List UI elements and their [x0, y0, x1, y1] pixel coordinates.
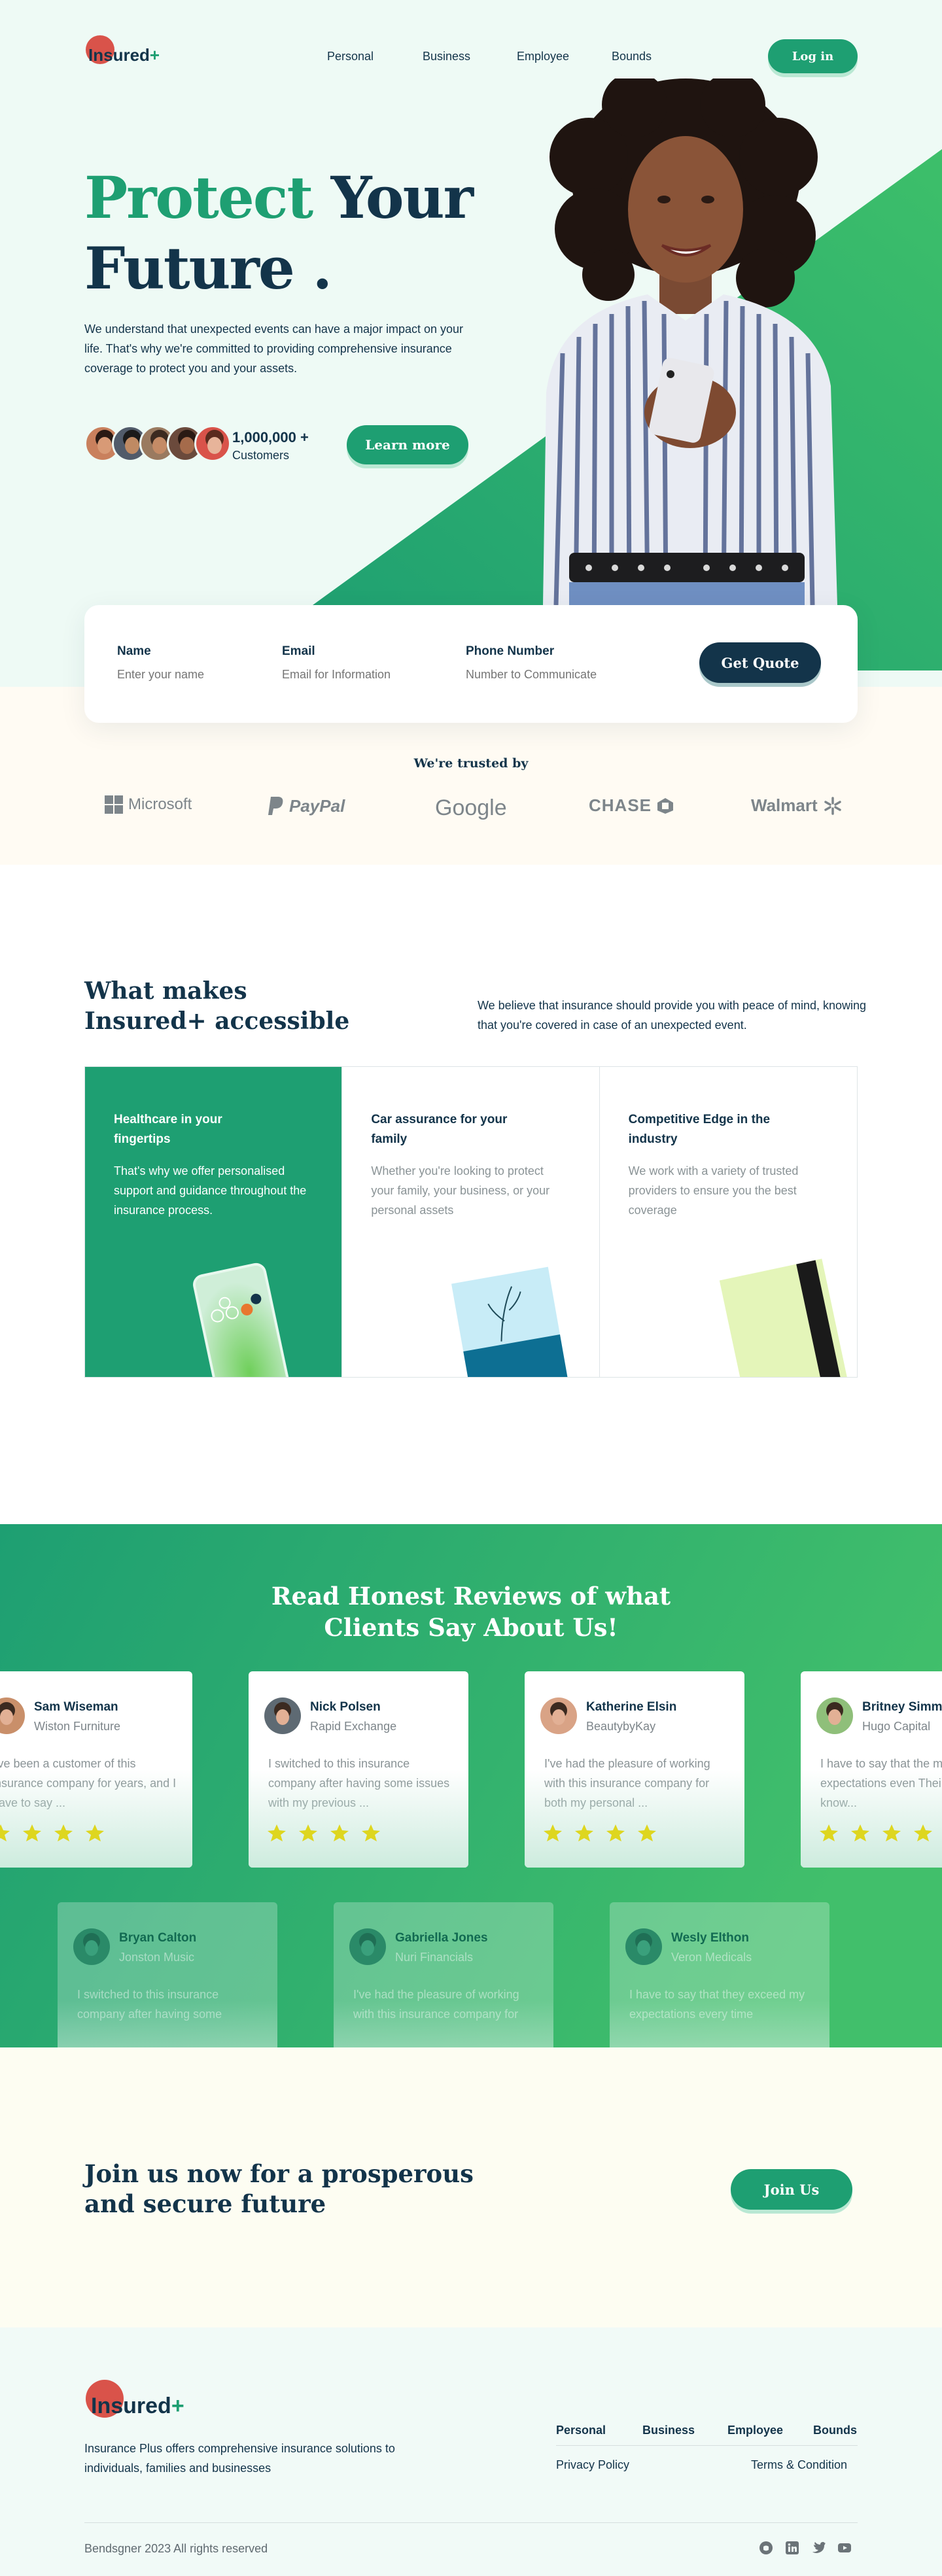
cta-title: Join us now for a prosperous and secure … [84, 2159, 474, 2219]
review-stars [819, 1823, 933, 1843]
reviewer-company: Hugo Capital [862, 1720, 931, 1733]
phone-label: Phone Number [466, 644, 555, 658]
review-stars [267, 1823, 381, 1843]
star-icon [299, 1824, 317, 1841]
footer-nav-bounds[interactable]: Bounds [813, 2424, 857, 2437]
footer-nav-business[interactable]: Business [642, 2424, 695, 2437]
avatar [625, 1928, 662, 1965]
reviewer-name: Britney Simmons [862, 1700, 942, 1714]
review-card[interactable]: Britney SimmonsHugo CapitalI have to say… [801, 1671, 942, 1868]
star-icon [606, 1824, 625, 1841]
reviewer-name: Gabriella Jones [395, 1931, 488, 1945]
review-card[interactable]: Katherine Elsin BeautybyKay I've had the p… [525, 1671, 744, 1868]
avatar [73, 1928, 110, 1965]
review-cards: Sam WisemanWiston FurnitureI've been a c… [0, 0, 942, 2047]
star-icon [268, 1824, 286, 1841]
star-icon [362, 1824, 380, 1841]
star-icon [914, 1824, 932, 1841]
reviewer-name: Katherine Elsin [586, 1700, 677, 1714]
cta-title-line1: Join us now for a prosperous [84, 2159, 474, 2188]
avatar [349, 1928, 386, 1965]
avatar [540, 1697, 577, 1734]
footer-bottom-divider [84, 2522, 858, 2523]
star-icon [23, 1824, 41, 1841]
reviewer-company: Rapid Exchange [310, 1720, 397, 1733]
github-icon[interactable] [759, 2541, 773, 2555]
email-label: Email [282, 644, 315, 658]
reviewer-company: Veron Medicals [671, 1951, 752, 1964]
privacy-policy-link[interactable]: Privacy Policy [556, 2458, 629, 2472]
logo-text: Insured [91, 2393, 171, 2418]
star-icon [851, 1824, 869, 1841]
reviewer-name: Wesly Elthon [671, 1931, 749, 1945]
star-icon [0, 1824, 10, 1841]
quote-form: Name Email Phone Number Get Quote [84, 605, 858, 723]
twitter-icon[interactable] [811, 2541, 826, 2555]
reviewer-company: BeautybyKay [586, 1720, 656, 1733]
star-icon [330, 1824, 349, 1841]
star-icon [544, 1824, 562, 1841]
review-card[interactable]: Sam WisemanWiston FurnitureI've been a c… [0, 1671, 192, 1868]
logo-plus: + [171, 2393, 184, 2418]
footer-nav-personal[interactable]: Personal [556, 2424, 606, 2437]
avatar [0, 1697, 25, 1734]
star-icon [882, 1824, 901, 1841]
review-card[interactable]: Bryan Calton Jonston Music I switched to t… [58, 1902, 277, 2047]
star-icon [86, 1824, 104, 1841]
copyright: Bendsgner 2023 All rights reserved [84, 2542, 268, 2555]
star-icon [575, 1824, 593, 1841]
reviewer-name: Bryan Calton [119, 1931, 197, 1945]
reviewer-name: Nick Polsen [310, 1700, 381, 1714]
review-card[interactable]: Nick Polsen Rapid Exchange I switched to t… [249, 1671, 468, 1868]
name-label: Name [117, 644, 151, 658]
reviewer-company: Nuri Financials [395, 1951, 474, 1964]
review-card[interactable]: Gabriella Jones Nuri Financials I've had t… [334, 1902, 553, 2047]
avatar [816, 1697, 853, 1734]
review-stars [543, 1823, 657, 1843]
youtube-icon[interactable] [837, 2541, 852, 2555]
review-stars [0, 1823, 105, 1843]
avatar [264, 1697, 301, 1734]
email-input[interactable] [282, 668, 432, 682]
star-icon [638, 1824, 656, 1841]
linkedin-icon[interactable] [785, 2541, 799, 2555]
cta-title-line2: and secure future [84, 2189, 326, 2218]
footer-description: Insurance Plus offers comprehensive insu… [84, 2442, 395, 2475]
reviewer-company: Jonston Music [119, 1951, 195, 1964]
join-us-button[interactable]: Join Us [731, 2169, 852, 2210]
star-icon [820, 1824, 838, 1841]
get-quote-button[interactable]: Get Quote [699, 642, 821, 683]
reviewer-name: Sam Wiseman [34, 1700, 118, 1714]
footer-logo[interactable]: Insured+ [84, 2376, 184, 2418]
name-input[interactable] [117, 668, 268, 682]
footer-divider [556, 2445, 858, 2446]
star-icon [54, 1824, 73, 1841]
terms-link[interactable]: Terms & Condition [751, 2458, 847, 2472]
reviewer-company: Wiston Furniture [34, 1720, 121, 1733]
review-card[interactable]: Wesly Elthon Veron Medicals I have to say … [610, 1902, 829, 2047]
footer-nav-employee[interactable]: Employee [727, 2424, 783, 2437]
phone-input[interactable] [466, 668, 616, 682]
